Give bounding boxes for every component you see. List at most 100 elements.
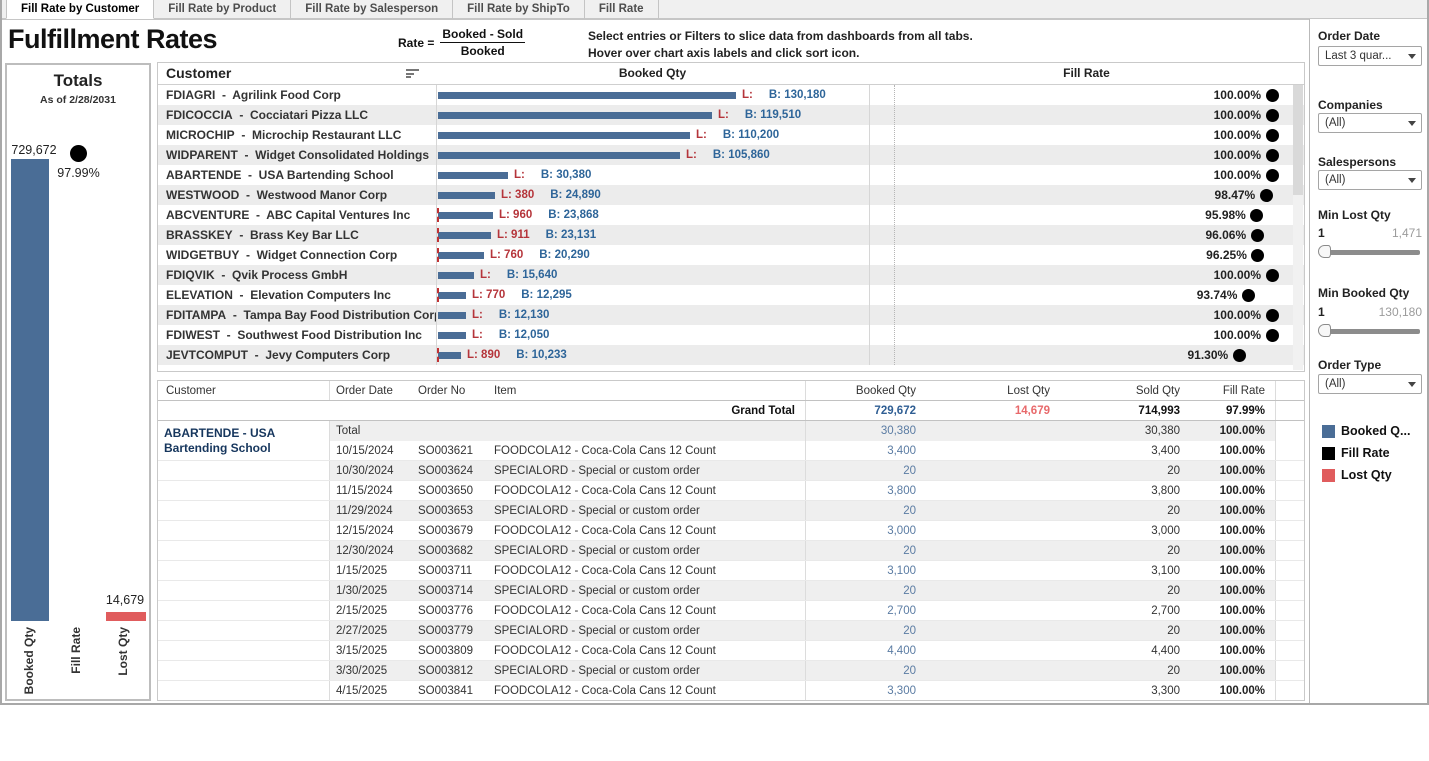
chart-row-microchip[interactable]: MICROCHIP - Microchip Restaurant LLCL:B:… <box>158 125 1304 145</box>
chart-scrollbar[interactable] <box>1293 85 1303 370</box>
booked-qty-cell[interactable]: 4,400 <box>806 641 926 660</box>
item-cell[interactable]: FOODCOLA12 - Coca-Cola Cans 12 Count <box>488 561 806 580</box>
item-cell[interactable]: FOODCOLA12 - Coca-Cola Cans 12 Count <box>488 641 806 660</box>
fill-rate-cell[interactable]: 100.00% <box>869 305 1304 325</box>
fill-rate-dot[interactable] <box>1266 269 1279 282</box>
lost-qty-cell[interactable] <box>926 681 1060 700</box>
totals-lost-bar[interactable] <box>106 612 146 621</box>
chart-row-jevtcomput[interactable]: JEVTCOMPUT - Jevy Computers CorpL: 890B:… <box>158 345 1304 365</box>
item-cell[interactable]: SPECIALORD - Special or custom order <box>488 621 806 640</box>
salespersons-dropdown[interactable]: (All) <box>1318 170 1422 190</box>
min-booked-qty-slider[interactable] <box>1320 324 1420 338</box>
companies-dropdown[interactable]: (All) <box>1318 113 1422 133</box>
order-row[interactable]: 4/15/2025SO003841FOODCOLA12 - Coca-Cola … <box>158 681 1304 701</box>
lost-qty-cell[interactable] <box>926 481 1060 500</box>
customer-label[interactable]: ELEVATION - Elevation Computers Inc <box>158 285 436 305</box>
order-no-cell[interactable]: SO003682 <box>412 541 488 560</box>
fill-rate-dot[interactable] <box>1266 149 1279 162</box>
customer-label[interactable]: MICROCHIP - Microchip Restaurant LLC <box>158 125 436 145</box>
booked-qty-cell[interactable]: 3,100 <box>806 561 926 580</box>
customer-label[interactable]: JEVTCOMPUT - Jevy Computers Corp <box>158 345 436 365</box>
booked-qty-cell[interactable]: 20 <box>806 621 926 640</box>
sold-qty-cell[interactable]: 3,300 <box>1060 681 1190 700</box>
item-cell[interactable]: SPECIALORD - Special or custom order <box>488 541 806 560</box>
item-cell[interactable]: FOODCOLA12 - Coca-Cola Cans 12 Count <box>488 441 806 460</box>
tab-fill-rate[interactable]: Fill Rate <box>585 0 659 19</box>
fill-rate-cell[interactable]: 100.00% <box>1190 641 1276 660</box>
order-no-cell[interactable]: SO003679 <box>412 521 488 540</box>
fill-rate-dot[interactable] <box>1266 329 1279 342</box>
order-no-cell[interactable]: SO003809 <box>412 641 488 660</box>
order-no-cell[interactable]: SO003779 <box>412 621 488 640</box>
booked-qty-cell[interactable]: L: 890B: 10,233 <box>436 345 869 365</box>
booked-qty-cell[interactable]: L: 760B: 20,290 <box>436 245 869 265</box>
order-no-cell[interactable]: SO003841 <box>412 681 488 700</box>
booked-qty-cell[interactable]: L: 380B: 24,890 <box>436 185 869 205</box>
fill-rate-dot[interactable] <box>1266 109 1279 122</box>
col-header-order-no[interactable]: Order No <box>412 381 488 400</box>
booked-qty-cell[interactable]: L: 960B: 23,868 <box>436 205 869 225</box>
col-header-booked-qty[interactable]: Booked Qty <box>806 381 926 400</box>
sold-qty-cell[interactable]: 3,400 <box>1060 441 1190 460</box>
booked-qty-bar[interactable] <box>438 212 493 219</box>
order-date-cell[interactable]: 1/15/2025 <box>330 561 412 580</box>
fill-rate-dot[interactable] <box>1266 309 1279 322</box>
tab-fill-rate-by-shipto[interactable]: Fill Rate by ShipTo <box>453 0 585 19</box>
lost-qty-cell[interactable] <box>926 441 1060 460</box>
sort-icon[interactable] <box>406 69 420 79</box>
fill-rate-cell[interactable]: 95.98% <box>869 205 1304 225</box>
chart-row-fdiqvik[interactable]: FDIQVIK - Qvik Process GmbHL:B: 15,64010… <box>158 265 1304 285</box>
order-no-cell[interactable]: SO003812 <box>412 661 488 680</box>
booked-qty-cell[interactable]: L:B: 130,180 <box>436 85 869 105</box>
fill-rate-cell[interactable]: 100.00% <box>869 125 1304 145</box>
fill-rate-cell[interactable]: 100.00% <box>1190 481 1276 500</box>
order-row[interactable]: 3/30/2025SO003812SPECIALORD - Special or… <box>158 661 1304 681</box>
booked-qty-bar[interactable] <box>438 192 495 199</box>
sold-qty-cell[interactable]: 20 <box>1060 501 1190 520</box>
fill-rate-cell[interactable]: 100.00% <box>1190 501 1276 520</box>
sold-qty-cell[interactable]: 4,400 <box>1060 641 1190 660</box>
order-row[interactable]: 10/30/2024SO003624SPECIALORD - Special o… <box>158 461 1304 481</box>
order-row[interactable]: 11/29/2024SO003653SPECIALORD - Special o… <box>158 501 1304 521</box>
booked-qty-cell[interactable]: 3,800 <box>806 481 926 500</box>
order-row[interactable]: 2/27/2025SO003779SPECIALORD - Special or… <box>158 621 1304 641</box>
lost-qty-cell[interactable] <box>926 561 1060 580</box>
fill-rate-cell[interactable]: 100.00% <box>869 85 1304 105</box>
fill-rate-cell[interactable]: 100.00% <box>869 325 1304 345</box>
item-cell[interactable]: SPECIALORD - Special or custom order <box>488 661 806 680</box>
min-lost-qty-slider[interactable] <box>1320 245 1420 259</box>
booked-qty-cell[interactable]: 20 <box>806 541 926 560</box>
col-header-item[interactable]: Item <box>488 381 806 400</box>
order-no-cell[interactable]: SO003714 <box>412 581 488 600</box>
chart-row-widgetbuy[interactable]: WIDGETBUY - Widget Connection CorpL: 760… <box>158 245 1304 265</box>
fill-rate-dot[interactable] <box>1251 249 1264 262</box>
booked-qty-cell[interactable]: L:B: 119,510 <box>436 105 869 125</box>
fill-rate-cell[interactable]: 100.00% <box>1190 461 1276 480</box>
booked-qty-bar[interactable] <box>438 112 712 119</box>
order-date-cell[interactable]: 11/29/2024 <box>330 501 412 520</box>
booked-qty-cell[interactable]: L:B: 12,130 <box>436 305 869 325</box>
sold-qty-cell[interactable]: 2,700 <box>1060 601 1190 620</box>
fill-rate-cell[interactable]: 100.00% <box>1190 681 1276 700</box>
sold-qty-cell[interactable]: 20 <box>1060 461 1190 480</box>
booked-qty-bar[interactable] <box>438 92 736 99</box>
customer-label[interactable]: FDIQVIK - Qvik Process GmbH <box>158 265 436 285</box>
fill-rate-cell[interactable]: 96.06% <box>869 225 1304 245</box>
legend-item-fill-rate[interactable]: Fill Rate <box>1322 442 1410 464</box>
order-date-dropdown[interactable]: Last 3 quar... <box>1318 46 1422 66</box>
order-date-cell[interactable]: 12/30/2024 <box>330 541 412 560</box>
booked-qty-cell[interactable]: 20 <box>806 661 926 680</box>
col-header-lost-qty[interactable]: Lost Qty <box>926 381 1060 400</box>
order-date-cell[interactable]: 10/30/2024 <box>330 461 412 480</box>
booked-qty-bar[interactable] <box>438 232 491 239</box>
sold-qty-cell[interactable]: 20 <box>1060 621 1190 640</box>
order-date-cell[interactable]: 2/27/2025 <box>330 621 412 640</box>
order-date-cell[interactable]: 4/15/2025 <box>330 681 412 700</box>
totals-fill-rate-dot[interactable] <box>70 145 87 162</box>
booked-qty-bar[interactable] <box>438 312 466 319</box>
chart-row-abcventure[interactable]: ABCVENTURE - ABC Capital Ventures IncL: … <box>158 205 1304 225</box>
sold-qty-cell[interactable]: 20 <box>1060 541 1190 560</box>
group-customer-label[interactable]: ABARTENDE - USA Bartending School <box>164 426 326 456</box>
booked-qty-cell[interactable]: L: 770B: 12,295 <box>436 285 869 305</box>
fill-rate-cell[interactable]: 96.25% <box>869 245 1304 265</box>
